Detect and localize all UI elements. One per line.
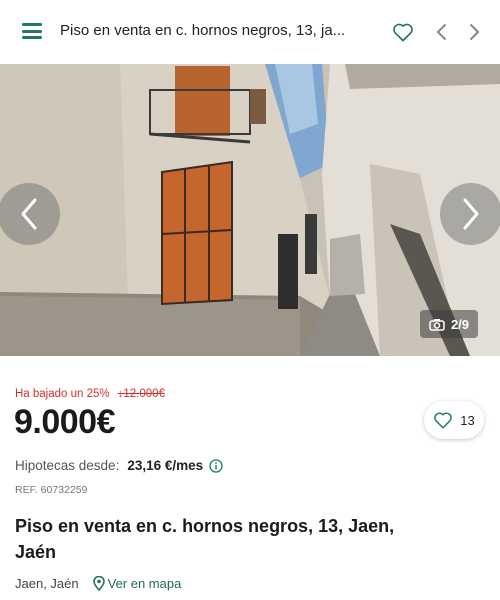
previous-photo-button[interactable]: [0, 183, 60, 245]
chevron-right-icon: [463, 198, 479, 230]
camera-icon: [429, 318, 445, 331]
location-text: Jaen, Jaén: [15, 576, 79, 591]
photo-counter-text: 2/9: [450, 316, 470, 332]
map-pin-icon: [92, 576, 105, 591]
chevron-right-icon: [470, 24, 480, 40]
photo-counter[interactable]: 2/9: [420, 310, 478, 338]
next-listing-button[interactable]: [460, 18, 488, 46]
menu-icon[interactable]: [22, 23, 42, 39]
heart-icon: [393, 23, 413, 42]
mortgage-row: Hipotecas desde: 23,16 €/mes: [15, 458, 223, 473]
price-drop-badge: Ha bajado un 25% ↓12.000€: [15, 388, 165, 400]
view-map-label: Ver en mapa: [107, 576, 182, 591]
location-row: Jaen, Jaén Ver en mapa: [15, 576, 181, 591]
favorites-count: 13: [460, 412, 475, 428]
listing-price: 9.000€: [14, 403, 116, 441]
photo-gallery[interactable]: 2/9: [0, 64, 500, 356]
price-drop-label: Ha bajado un 25%: [15, 388, 110, 400]
old-price: ↓12.000€: [117, 388, 165, 400]
next-photo-button[interactable]: [440, 183, 500, 245]
chevron-left-icon: [436, 24, 446, 40]
info-icon[interactable]: [209, 458, 223, 473]
listing-title: Piso en venta en c. hornos negros, 13, J…: [15, 516, 395, 562]
favorite-button[interactable]: [389, 18, 417, 46]
mortgage-amount[interactable]: 23,16 €/mes: [127, 458, 203, 473]
mortgage-label: Hipotecas desde:: [15, 458, 120, 473]
header-title: Piso en venta en c. hornos negros, 13, j…: [60, 22, 346, 39]
heart-icon: [434, 412, 453, 429]
reference-number: REF. 60732259: [15, 484, 88, 496]
favorites-button[interactable]: 13: [424, 401, 484, 439]
view-map-link[interactable]: Ver en mapa: [92, 576, 182, 591]
top-bar: Piso en venta en c. hornos negros, 13, j…: [0, 0, 500, 64]
previous-listing-button[interactable]: [428, 18, 456, 46]
chevron-left-icon: [21, 198, 37, 230]
